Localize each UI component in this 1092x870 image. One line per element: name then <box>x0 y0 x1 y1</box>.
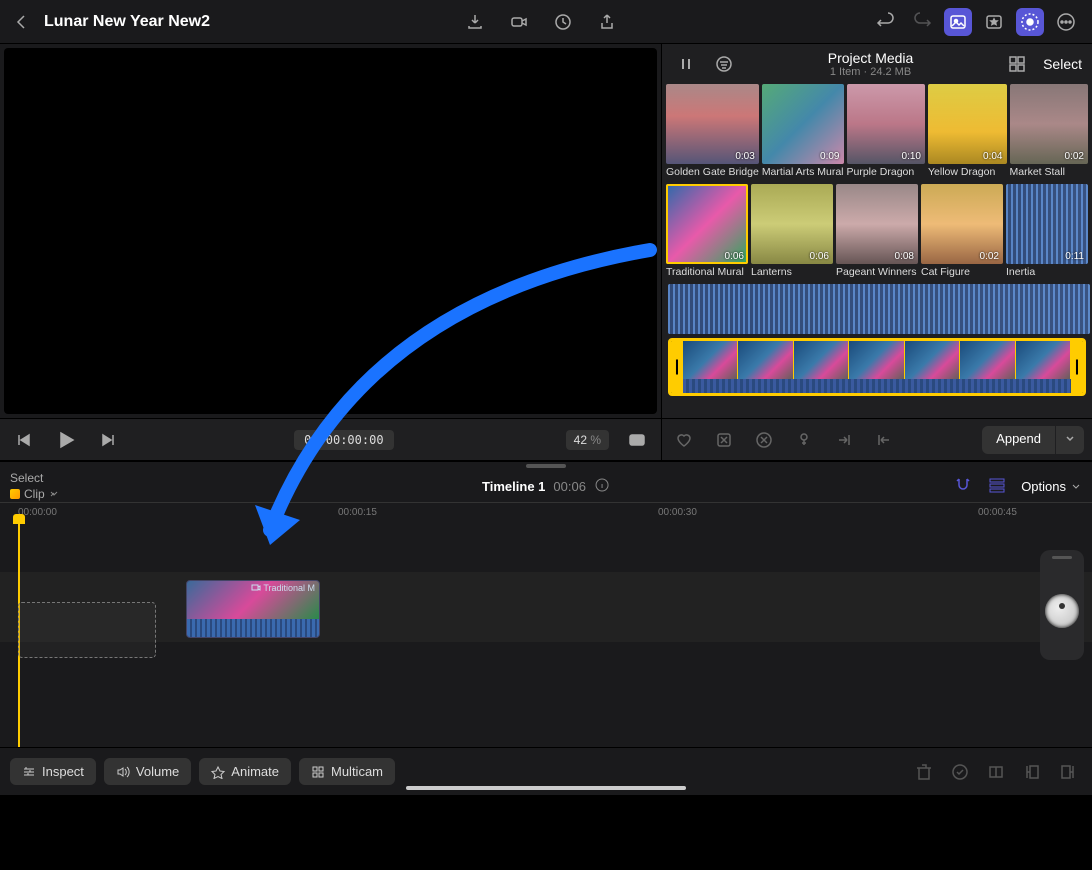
grid-view-icon[interactable] <box>1003 50 1031 78</box>
import-icon[interactable] <box>461 8 489 36</box>
zoom-display[interactable]: 42 % <box>566 430 609 450</box>
media-item[interactable]: 0:03Golden Gate Bridge <box>666 84 759 182</box>
pause-icon[interactable] <box>672 50 700 78</box>
append-button[interactable]: Append <box>982 426 1055 454</box>
delete-icon[interactable] <box>910 758 938 786</box>
timeline-name: Timeline 1 <box>482 479 545 494</box>
inspect-button[interactable]: Inspect <box>10 758 96 785</box>
snapping-icon[interactable] <box>953 475 973 498</box>
effects-icon[interactable] <box>980 8 1008 36</box>
play-button[interactable] <box>52 426 80 454</box>
timeline-tracks[interactable]: Traditional M <box>0 524 1092 747</box>
blade-icon[interactable] <box>982 758 1010 786</box>
keyword-icon[interactable] <box>790 426 818 454</box>
marker-in-icon[interactable] <box>830 426 858 454</box>
inspector-toggle-icon[interactable] <box>1016 8 1044 36</box>
timecode-display[interactable]: 00:00:00:00 <box>294 430 393 450</box>
ghost-clip-placeholder <box>18 602 156 658</box>
volume-button[interactable]: Volume <box>104 758 191 785</box>
select-button[interactable]: Select <box>1043 56 1082 72</box>
media-item[interactable]: 0:02Market Stall <box>1010 84 1089 182</box>
marker-out-icon[interactable] <box>870 426 898 454</box>
browser-toggle-icon[interactable] <box>944 8 972 36</box>
timeline-duration: 00:06 <box>553 479 586 494</box>
multicam-button[interactable]: Multicam <box>299 758 395 785</box>
filter-icon[interactable] <box>710 50 738 78</box>
media-item[interactable]: 0:11Inertia <box>1006 184 1088 282</box>
media-item[interactable]: 0:02Cat Figure <box>921 184 1003 282</box>
media-item[interactable]: 0:06Traditional Mural <box>666 184 748 282</box>
prev-frame-button[interactable] <box>10 426 38 454</box>
next-frame-button[interactable] <box>94 426 122 454</box>
share-icon[interactable] <box>593 8 621 36</box>
timeline-index-icon[interactable] <box>987 475 1007 498</box>
timeline-options-button[interactable]: Options <box>1021 479 1082 494</box>
enable-icon[interactable] <box>946 758 974 786</box>
clip-skimmer[interactable]: | | <box>668 338 1086 396</box>
camera-icon[interactable] <box>505 8 533 36</box>
timeline-ruler[interactable]: 00:00:00 00:00:15 00:00:30 00:00:45 <box>0 502 1092 524</box>
clear-icon[interactable] <box>750 426 778 454</box>
audio-waveform-preview[interactable] <box>668 284 1090 334</box>
display-options-icon[interactable] <box>623 426 651 454</box>
media-panel-subtitle: 1 Item · 24.2 MB <box>738 66 1003 78</box>
timeline-select-label: Select <box>10 471 59 485</box>
clip-mode-selector[interactable]: Clip <box>10 487 59 501</box>
append-dropdown[interactable] <box>1056 426 1084 454</box>
favorite-icon[interactable] <box>670 426 698 454</box>
media-item[interactable]: 0:08Pageant Winners <box>836 184 918 282</box>
redo-icon[interactable] <box>908 8 936 36</box>
viewer[interactable] <box>4 48 657 414</box>
home-indicator <box>406 786 686 790</box>
timeline-resize-handle[interactable] <box>526 464 566 468</box>
media-panel-title: Project Media <box>738 50 1003 66</box>
more-icon[interactable] <box>1052 8 1080 36</box>
media-item[interactable]: 0:04Yellow Dragon <box>928 84 1007 182</box>
media-item[interactable]: 0:10Purple Dragon <box>847 84 926 182</box>
timeline-info-icon[interactable] <box>594 477 610 496</box>
back-button[interactable] <box>12 12 32 32</box>
animate-button[interactable]: Animate <box>199 758 291 785</box>
project-title: Lunar New Year New2 <box>44 13 210 31</box>
reject-icon[interactable] <box>710 426 738 454</box>
jog-wheel[interactable] <box>1040 550 1084 660</box>
media-item[interactable]: 0:09Martial Arts Mural <box>762 84 844 182</box>
media-item[interactable]: 0:06Lanterns <box>751 184 833 282</box>
dragging-clip[interactable]: Traditional M <box>186 580 320 638</box>
trim-start-icon[interactable] <box>1018 758 1046 786</box>
voiceover-icon[interactable] <box>549 8 577 36</box>
trim-end-icon[interactable] <box>1054 758 1082 786</box>
undo-icon[interactable] <box>872 8 900 36</box>
